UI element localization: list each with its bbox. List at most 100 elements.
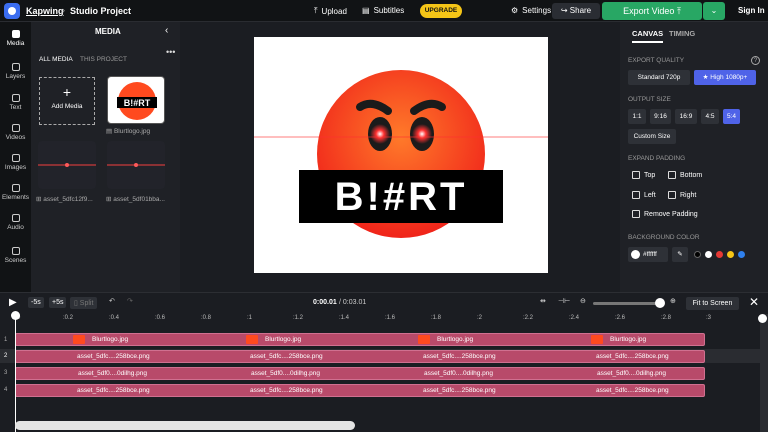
clip-label: asset_5dfc....258bce.png bbox=[77, 353, 150, 360]
size-4-5-button[interactable]: 4:5 bbox=[701, 109, 719, 124]
checkbox-icon bbox=[632, 210, 640, 218]
checkbox-icon bbox=[632, 191, 640, 199]
export-quality-label: EXPORT QUALITY bbox=[628, 57, 685, 64]
upload-button[interactable]: ⤒ Upload bbox=[314, 6, 347, 16]
svg-text:B!#RT: B!#RT bbox=[335, 175, 468, 219]
rail-videos[interactable]: Videos bbox=[0, 124, 31, 141]
checkbox-icon bbox=[668, 171, 676, 179]
tab-timing[interactable]: TIMING bbox=[669, 29, 695, 38]
rail-layers[interactable]: Layers bbox=[0, 63, 31, 80]
media-thumb-asset-2[interactable] bbox=[107, 141, 165, 189]
zoom-in-icon[interactable]: ⊕ bbox=[670, 297, 676, 305]
kapwing-logo-icon[interactable] bbox=[4, 3, 20, 19]
swatch-black[interactable] bbox=[694, 251, 701, 258]
upload-icon: ⤒ bbox=[314, 6, 318, 15]
timeline-horizontal-scrollbar[interactable] bbox=[15, 421, 355, 430]
undo-icon[interactable]: ↶ bbox=[109, 297, 115, 305]
forward-5s-button[interactable]: +5s bbox=[49, 297, 67, 308]
ruler-tick: :1.8 bbox=[431, 315, 442, 321]
settings-button[interactable]: ⚙ Settings bbox=[511, 6, 551, 15]
clip-thumb-icon bbox=[73, 335, 85, 344]
size-9-16-button[interactable]: 9:16 bbox=[650, 109, 671, 124]
export-icon: ⤒ bbox=[676, 6, 681, 16]
image-icon bbox=[11, 154, 20, 162]
ruler-tick: :1.2 bbox=[293, 315, 304, 321]
color-swatch-icon bbox=[631, 250, 640, 259]
split-track-icon[interactable]: ⇹ bbox=[540, 297, 546, 305]
padding-top-checkbox[interactable]: Top bbox=[632, 171, 655, 179]
clip-thumb-icon bbox=[246, 335, 258, 344]
size-16-9-button[interactable]: 16:9 bbox=[675, 109, 697, 124]
canvas[interactable]: B!#RT bbox=[254, 37, 548, 273]
add-media-button[interactable]: + Add Media bbox=[39, 77, 95, 125]
zoom-out-icon[interactable]: ⊖ bbox=[580, 297, 586, 305]
export-video-button[interactable]: Export Video ⤒ bbox=[602, 2, 702, 20]
export-options-button[interactable]: ⌄ bbox=[703, 2, 725, 20]
layers-icon bbox=[11, 63, 20, 71]
clip-label: asset_5dfc....258bce.png bbox=[423, 353, 496, 360]
output-size-label: OUTPUT SIZE bbox=[628, 96, 671, 103]
media-thumb-blurtlogo[interactable]: B!#RT bbox=[107, 76, 165, 124]
background-color-picker[interactable]: #ffffff bbox=[628, 247, 668, 262]
timeline-vertical-scrollbar[interactable] bbox=[760, 314, 768, 432]
tab-this-project[interactable]: THIS PROJECT bbox=[80, 56, 127, 63]
clip-label: asset_5dfc....258bce.png bbox=[596, 353, 669, 360]
swatch-red[interactable] bbox=[716, 251, 723, 258]
redo-icon[interactable]: ↷ bbox=[127, 297, 133, 305]
close-timeline-icon[interactable]: ✕ bbox=[749, 295, 759, 309]
playhead-handle[interactable] bbox=[11, 311, 20, 320]
split-button[interactable]: ▯ Split bbox=[70, 297, 98, 309]
clip-label: asset_5dfc....258bce.png bbox=[423, 387, 496, 394]
eyedropper-icon[interactable]: ✎ bbox=[672, 247, 688, 262]
rail-audio[interactable]: Audio bbox=[0, 214, 31, 231]
brand-link[interactable]: Kapwing bbox=[26, 6, 64, 16]
snap-icon[interactable]: ⊣⊢ bbox=[558, 297, 570, 305]
fit-to-screen-button[interactable]: Fit to Screen bbox=[686, 297, 739, 310]
media-thumb-asset-1[interactable] bbox=[38, 141, 96, 189]
swatch-blue[interactable] bbox=[738, 251, 745, 258]
swatch-white[interactable] bbox=[705, 251, 712, 258]
subtitles-button[interactable]: ▤ Subtitles bbox=[362, 6, 404, 15]
video-icon bbox=[11, 124, 20, 132]
ruler-tick: :1.4 bbox=[339, 315, 350, 321]
playhead[interactable] bbox=[15, 314, 16, 432]
collapse-panel-icon[interactable]: ‹ bbox=[165, 25, 168, 36]
rail-scenes[interactable]: Scenes bbox=[0, 247, 31, 264]
zoom-slider[interactable] bbox=[593, 302, 663, 305]
image-file-icon: ▤ bbox=[106, 128, 114, 135]
zoom-slider-handle[interactable] bbox=[655, 298, 665, 308]
timeline-end-handle[interactable] bbox=[758, 314, 767, 323]
project-title[interactable]: Studio Project bbox=[70, 6, 131, 16]
ruler-tick: :2.6 bbox=[615, 315, 626, 321]
help-icon[interactable]: ? bbox=[751, 56, 760, 65]
text-icon bbox=[11, 94, 20, 102]
remove-padding-checkbox[interactable]: Remove Padding bbox=[632, 210, 698, 218]
quality-standard-button[interactable]: Standard 720p bbox=[628, 70, 690, 85]
flare-thumb-image bbox=[107, 163, 165, 167]
tab-all-media[interactable]: ALL MEDIA bbox=[39, 56, 73, 63]
size-5-4-button[interactable]: 5:4 bbox=[723, 109, 740, 124]
more-options-icon[interactable]: ••• bbox=[166, 47, 175, 57]
clip-thumb-icon bbox=[591, 335, 603, 344]
back-5s-button[interactable]: -5s bbox=[28, 297, 44, 308]
swatch-yellow[interactable] bbox=[727, 251, 734, 258]
padding-right-checkbox[interactable]: Right bbox=[668, 191, 696, 199]
rail-media[interactable]: Media bbox=[0, 30, 31, 47]
sign-in-link[interactable]: Sign In bbox=[738, 6, 765, 15]
quality-high-button[interactable]: ★ High 1080p+ bbox=[694, 70, 756, 85]
rail-text[interactable]: Text bbox=[0, 94, 31, 111]
play-button[interactable]: ▶ bbox=[9, 297, 17, 308]
upgrade-button[interactable]: UPGRADE bbox=[420, 4, 462, 18]
padding-left-checkbox[interactable]: Left bbox=[632, 191, 656, 199]
rail-images[interactable]: Images bbox=[0, 154, 31, 171]
share-button[interactable]: ↪ Share bbox=[552, 3, 600, 19]
media-caption-asset-1: ⊞ asset_5dfc12f9... bbox=[36, 196, 93, 203]
size-1-1-button[interactable]: 1:1 bbox=[628, 109, 646, 124]
track-number: 2 bbox=[4, 353, 8, 359]
clip-label: asset_5dfc....258bce.png bbox=[250, 353, 323, 360]
custom-size-button[interactable]: Custom Size bbox=[628, 129, 676, 144]
tab-canvas[interactable]: CANVAS bbox=[632, 29, 664, 43]
checkbox-icon bbox=[632, 171, 640, 179]
rail-elements[interactable]: Elements bbox=[0, 184, 31, 201]
padding-bottom-checkbox[interactable]: Bottom bbox=[668, 171, 702, 179]
